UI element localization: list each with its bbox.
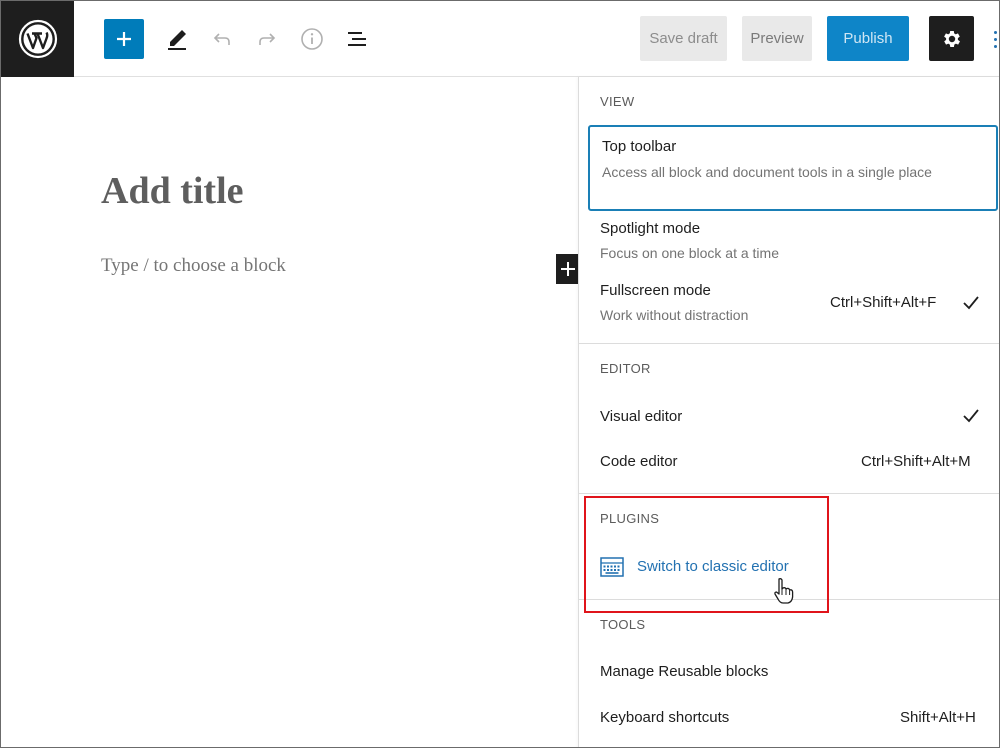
undo-button[interactable] [202,19,242,59]
code-editor-label: Code editor [600,453,678,470]
spotlight-mode-description: Focus on one block at a time [600,245,779,261]
editor-window: Save draft Preview Publish Add title Typ… [0,0,1000,748]
plus-icon [117,32,131,46]
undo-icon [213,33,230,45]
save-draft-button[interactable]: Save draft [640,16,727,61]
visual-editor-label: Visual editor [600,408,683,425]
vertical-ellipsis-icon [993,30,997,34]
switch-to-classic-editor-label: Switch to classic editor [637,558,789,575]
redo-icon [259,33,276,45]
keyboard-shortcuts-item[interactable]: Keyboard shortcuts Shift+Alt+H [588,699,998,735]
list-view-icon [348,32,366,46]
tools-group-label: TOOLS [600,617,646,632]
block-placeholder[interactable]: Type / to choose a block [101,255,286,277]
menu-divider [579,343,999,344]
manage-reusable-blocks-label: Manage Reusable blocks [600,663,769,680]
editor-header: Save draft Preview Publish [1,1,999,77]
fullscreen-mode-label: Fullscreen mode [600,282,711,299]
redo-button[interactable] [247,19,287,59]
visual-editor-item[interactable]: Visual editor [588,399,998,435]
keyboard-shortcuts-label: Keyboard shortcuts [600,709,730,726]
manage-reusable-blocks-item[interactable]: Manage Reusable blocks [588,653,998,689]
fullscreen-shortcut: Ctrl+Shift+Alt+F [830,294,937,311]
menu-divider [579,493,999,494]
info-icon [301,28,323,50]
editor-group-label: EDITOR [600,361,651,376]
hand-pointer-icon [774,578,794,604]
plugins-group-label: PLUGINS [600,511,660,526]
preview-button[interactable]: Preview [742,16,812,61]
check-icon [963,409,979,423]
tools-button[interactable] [157,19,197,59]
gear-icon [943,30,960,47]
add-block-button[interactable] [104,19,144,59]
top-toolbar-label: Top toolbar [602,138,677,155]
code-editor-item[interactable]: Code editor Ctrl+Shift+Alt+M [588,444,998,480]
list-view-button[interactable] [337,19,377,59]
details-button[interactable] [292,19,332,59]
publish-button[interactable]: Publish [827,16,909,61]
fullscreen-mode-item[interactable]: Fullscreen mode Work without distraction… [588,279,998,335]
options-button[interactable] [990,25,999,53]
plus-icon [561,262,575,276]
top-toolbar-description: Access all block and document tools in a… [602,164,932,180]
inline-inserter-button[interactable] [556,254,580,284]
top-toolbar-item[interactable]: Top toolbar Access all block and documen… [588,125,998,211]
options-menu: VIEW Top toolbar Access all block and do… [578,77,999,747]
code-editor-shortcut: Ctrl+Shift+Alt+M [861,453,971,470]
post-title-input[interactable]: Add title [101,169,244,213]
settings-button[interactable] [929,16,974,61]
pencil-icon [168,30,186,50]
spotlight-mode-label: Spotlight mode [600,220,701,237]
wordpress-logo-icon[interactable] [1,1,74,77]
spotlight-mode-item[interactable]: Spotlight mode Focus on one block at a t… [588,217,998,273]
keyboard-shortcuts-shortcut: Shift+Alt+H [900,709,976,726]
view-group-label: VIEW [600,94,635,109]
check-icon [963,296,979,310]
keyboard-icon [600,557,624,577]
